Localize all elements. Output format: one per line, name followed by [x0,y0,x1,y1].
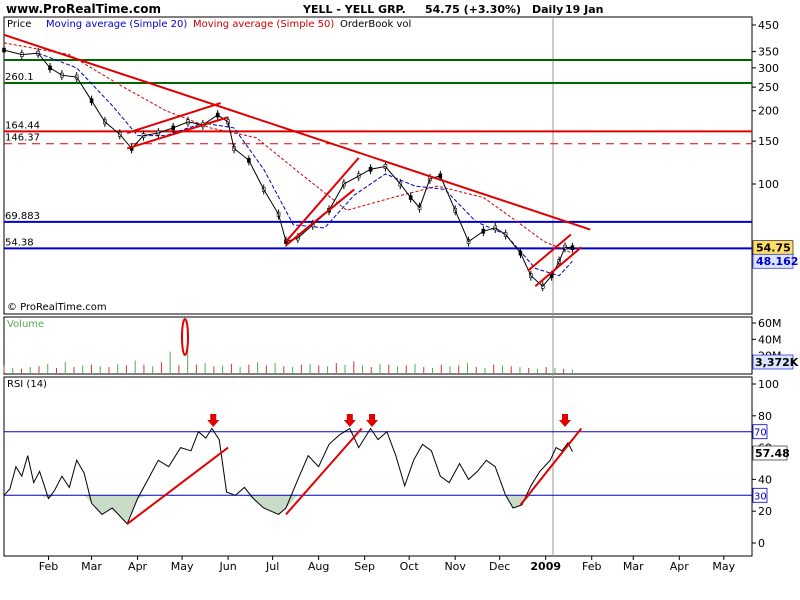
rsi-y-tick-label: 20 [758,505,772,518]
rsi-label: RSI (14) [7,379,47,390]
price-y-tick-label: 100 [758,178,779,191]
rsi-level-label: 70 [754,428,767,439]
rsi-panel-frame [3,376,753,557]
x-tick-label: May [712,560,735,573]
copyright-label: © ProRealTime.com [7,302,107,313]
x-tick-label: Feb [39,560,58,573]
price-y-tick-label: 150 [758,135,779,148]
legend-ma50: Moving average (Simple 50) [193,19,334,30]
volume-panel-frame [3,316,753,375]
price-y-tick-label: 350 [758,46,779,59]
x-tick-label: Nov [444,560,466,573]
rsi-y-tick-label: 0 [758,537,765,550]
level-label: 69.883 [5,211,40,222]
x-tick-label: Oct [400,560,420,573]
rsi-y-tick-label: 80 [758,410,772,423]
stock-chart: 450350300250200150100260.1164.44146.3769… [2,16,799,573]
x-tick-label: Apr [670,560,690,573]
level-label: 164.44 [5,120,40,131]
x-tick-label: Aug [308,560,329,573]
volume-y-tick-label: 40M [758,333,782,346]
legend-orderbook: OrderBook vol [340,19,411,30]
volume-current-label: 3,372K [755,356,799,369]
rsi-current-label: 57.48 [755,447,790,460]
x-tick-label: May [171,560,194,573]
rsi-y-tick-label: 40 [758,473,772,486]
price-panel-frame [3,16,753,315]
x-tick-label: Feb [582,560,601,573]
price-y-tick-label: 300 [758,62,779,75]
price-y-tick-label: 200 [758,105,779,118]
x-tick-label: Sep [354,560,375,573]
current-price-label: 54.75 [756,242,791,255]
rsi-y-tick-label: 100 [758,378,779,391]
x-tick-label: Mar [623,560,644,573]
legend-ma20: Moving average (Simple 20) [46,19,187,30]
x-tick-label: Dec [489,560,510,573]
price-y-tick-label: 250 [758,81,779,94]
ma20-value-label: 48.162 [756,255,798,268]
legend-price: Price [7,19,31,30]
price-y-tick-label: 450 [758,19,779,32]
level-label: 146.37 [5,133,40,144]
volume-label: Volume [7,319,44,330]
x-tick-label: Mar [81,560,102,573]
level-label: 54.38 [5,237,34,248]
x-tick-label: 2009 [530,560,561,573]
rsi-level-label: 30 [754,491,767,502]
x-tick-label: Jun [219,560,237,573]
level-label: 260.1 [5,72,34,83]
x-tick-label: Jul [265,560,279,573]
x-tick-label: Apr [128,560,148,573]
volume-y-tick-label: 60M [758,317,782,330]
